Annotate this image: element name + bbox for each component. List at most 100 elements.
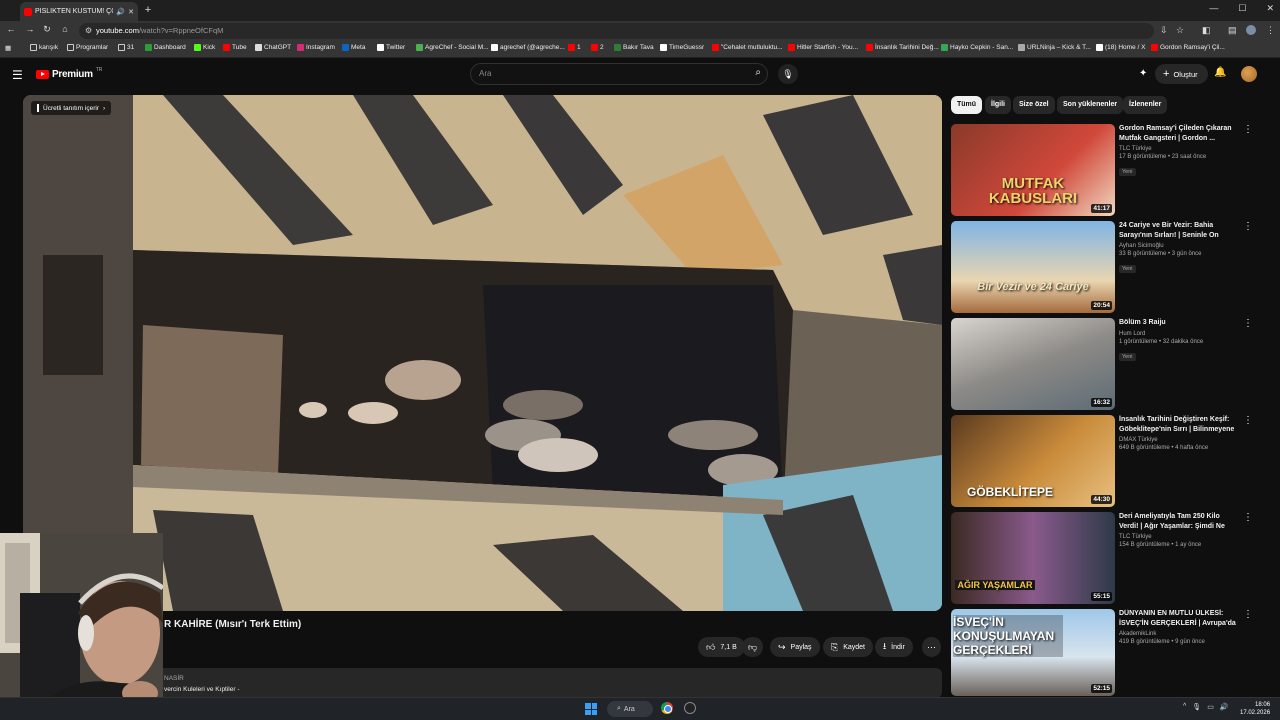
- install-icon[interactable]: ⇩: [1160, 25, 1168, 36]
- rec-title[interactable]: Bölüm 3 Raiju: [1119, 318, 1239, 328]
- profile-icon[interactable]: [1246, 25, 1256, 35]
- bookmark-item[interactable]: "Cehalet mutluluktu...: [712, 44, 783, 51]
- rec-channel[interactable]: AkademikLink: [1119, 631, 1239, 637]
- extensions-icon[interactable]: ◧: [1202, 25, 1211, 36]
- forward-icon[interactable]: →: [23, 24, 37, 34]
- chrome-icon[interactable]: [661, 702, 673, 714]
- site-info-icon[interactable]: ⚙: [85, 26, 92, 35]
- bookmark-item[interactable]: (18) Home / X: [1096, 44, 1145, 51]
- new-tab-button[interactable]: +: [141, 3, 155, 17]
- chip-related[interactable]: İlgili: [985, 96, 1011, 114]
- bookmark-item[interactable]: Hayko Cepkin - San...: [941, 44, 1013, 51]
- browser-tab-active[interactable]: PİSLİKTEN KUSTUM! ÇÖP Ş 🔊 ✕: [20, 2, 138, 21]
- star-icon[interactable]: ☆: [1176, 25, 1184, 36]
- rec-channel[interactable]: TLC Türkiye: [1119, 146, 1239, 152]
- bookmark-item[interactable]: Instagram: [297, 44, 335, 51]
- back-icon[interactable]: ←: [4, 24, 18, 34]
- bookmark-item[interactable]: 1: [568, 44, 581, 51]
- taskbar-clock[interactable]: 18:06 17.02.2026: [1240, 701, 1270, 717]
- chip-recent[interactable]: Son yüklenenler: [1057, 96, 1124, 114]
- menu-dots-icon[interactable]: ⋮: [1266, 25, 1275, 36]
- reload-icon[interactable]: ↻: [40, 24, 54, 35]
- chip-all[interactable]: Tümü: [951, 96, 983, 114]
- volume-icon[interactable]: 🔊: [1220, 703, 1229, 711]
- speaker-icon[interactable]: 🔊: [116, 8, 125, 16]
- video-thumbnail[interactable]: AĞIR YAŞAMLAR 55:15: [951, 512, 1115, 604]
- more-actions-button[interactable]: ⋯: [922, 637, 941, 657]
- bookmark-folder[interactable]: karışık: [30, 44, 58, 51]
- search-icon[interactable]: ⌕: [755, 67, 761, 78]
- video-thumbnail[interactable]: Bir Vezir ve 24 Cariye 20:54: [951, 221, 1115, 313]
- bookmark-item[interactable]: Kick: [194, 44, 215, 51]
- bookmark-item[interactable]: URLNinja – Kick & T...: [1018, 44, 1091, 51]
- video-thumbnail[interactable]: GÖBEKLİTEPE 44:30: [951, 415, 1115, 507]
- more-vertical-icon[interactable]: ⋮: [1243, 609, 1253, 620]
- rec-channel[interactable]: Hum Lord: [1119, 331, 1239, 337]
- share-button[interactable]: ↪ Paylaş: [770, 637, 820, 657]
- recommendation-item[interactable]: AĞIR YAŞAMLAR 55:15 Deri Ameliyatıyla Ta…: [951, 512, 1261, 604]
- account-avatar[interactable]: [1241, 66, 1257, 82]
- display-icon[interactable]: ▭: [1207, 703, 1214, 711]
- more-vertical-icon[interactable]: ⋮: [1243, 124, 1253, 135]
- bookmark-item[interactable]: Tube: [223, 44, 247, 51]
- video-thumbnail[interactable]: İSVEÇ'İN KONUŞULMAYAN GERÇEKLERİ 52:15: [951, 609, 1115, 696]
- youtube-premium-logo[interactable]: Premium TR: [36, 67, 102, 80]
- rec-channel[interactable]: DMAX Türkiye: [1119, 437, 1239, 443]
- rec-title[interactable]: Deri Ameliyatıyla Tam 250 Kilo Verdi! | …: [1119, 512, 1239, 531]
- bookmark-item[interactable]: Twitter: [377, 44, 405, 51]
- bookmark-item[interactable]: İnsanlık Tarihini Değ...: [866, 44, 939, 51]
- close-window-icon[interactable]: ✕: [1266, 3, 1274, 14]
- more-vertical-icon[interactable]: ⋮: [1243, 318, 1253, 329]
- maximize-icon[interactable]: ☐: [1238, 3, 1246, 14]
- more-vertical-icon[interactable]: ⋮: [1243, 415, 1253, 426]
- bookmark-folder[interactable]: 31: [118, 44, 134, 51]
- notifications-bell-icon[interactable]: 🔔: [1214, 67, 1226, 78]
- bookmark-item[interactable]: AgreChef - Social M...: [416, 44, 489, 51]
- rec-title[interactable]: İnsanlık Tarihini Değiştiren Keşif: Göbe…: [1119, 415, 1239, 434]
- bookmark-item[interactable]: Meta: [342, 44, 365, 51]
- create-button[interactable]: + Oluştur: [1155, 64, 1208, 84]
- rec-channel[interactable]: Ayhan Sicimoğlu: [1119, 243, 1239, 249]
- cast-icon[interactable]: ✦: [1139, 68, 1147, 79]
- rec-channel[interactable]: TLC Türkiye: [1119, 534, 1239, 540]
- recommendation-item[interactable]: MUTFAK KABUSLARI 41:17 Gordon Ramsay'i Ç…: [951, 124, 1261, 216]
- more-vertical-icon[interactable]: ⋮: [1243, 512, 1253, 523]
- like-button[interactable]: 👍︎ 7,1 B: [698, 637, 745, 657]
- save-button[interactable]: ⎘ Kaydet: [823, 637, 873, 657]
- close-tab-icon[interactable]: ✕: [128, 8, 134, 16]
- obs-icon[interactable]: [684, 702, 696, 714]
- paid-promotion-label[interactable]: Ücretli tanıtım içerir ›: [31, 101, 112, 115]
- url-field[interactable]: ⚙ youtube.com/watch?v=RppneOfCFqM: [79, 23, 1154, 39]
- bookmark-item[interactable]: 2: [591, 44, 604, 51]
- bookmark-item[interactable]: ChatGPT: [255, 44, 291, 51]
- download-button[interactable]: ⭳ İndir: [875, 637, 913, 657]
- bookmark-item[interactable]: Gordon Ramsay'i Çil...: [1151, 44, 1225, 51]
- bookmark-item[interactable]: TimeGuessr: [660, 44, 704, 51]
- rec-title[interactable]: DÜNYANIN EN MUTLU ÜLKESİ: İSVEÇ'İN GERÇE…: [1119, 609, 1239, 628]
- taskbar-search[interactable]: ⌕ Ara: [607, 701, 653, 717]
- chevron-up-icon[interactable]: ^: [1183, 703, 1186, 711]
- bookmark-item[interactable]: agrechef (@agreche...: [491, 44, 565, 51]
- dislike-button[interactable]: 👎︎: [742, 637, 764, 657]
- more-vertical-icon[interactable]: ⋮: [1243, 221, 1253, 232]
- apps-grid-icon[interactable]: ▦: [5, 44, 11, 52]
- bookmark-item[interactable]: Bakır Tava: [614, 44, 654, 51]
- voice-search-icon[interactable]: 🎙: [778, 64, 798, 84]
- video-thumbnail[interactable]: MUTFAK KABUSLARI 41:17: [951, 124, 1115, 216]
- recommendation-item[interactable]: Bir Vezir ve 24 Cariye 20:54 24 Cariye v…: [951, 221, 1261, 313]
- mic-tray-icon[interactable]: 🎙: [1192, 703, 1201, 711]
- description-box[interactable]: [150, 668, 942, 698]
- rec-title[interactable]: Gordon Ramsay'i Çileden Çıkaran Mutfak G…: [1119, 124, 1239, 143]
- chip-for-you[interactable]: Size özel: [1013, 96, 1055, 114]
- recommendation-item[interactable]: GÖBEKLİTEPE 44:30 İnsanlık Tarihini Deği…: [951, 415, 1261, 507]
- hamburger-menu-icon[interactable]: ☰: [12, 68, 23, 82]
- recommendation-item[interactable]: İSVEÇ'İN KONUŞULMAYAN GERÇEKLERİ 52:15 D…: [951, 609, 1261, 696]
- minimize-icon[interactable]: —: [1209, 3, 1218, 14]
- search-input[interactable]: [479, 69, 729, 78]
- video-thumbnail[interactable]: 16:32: [951, 318, 1115, 410]
- chip-watched[interactable]: İzlenenler: [1123, 96, 1168, 114]
- bookmark-folder[interactable]: Programlar: [67, 44, 108, 51]
- home-icon[interactable]: ⌂: [58, 24, 72, 34]
- windows-start-icon[interactable]: [585, 703, 597, 715]
- bookmark-item[interactable]: Dashboard: [145, 44, 186, 51]
